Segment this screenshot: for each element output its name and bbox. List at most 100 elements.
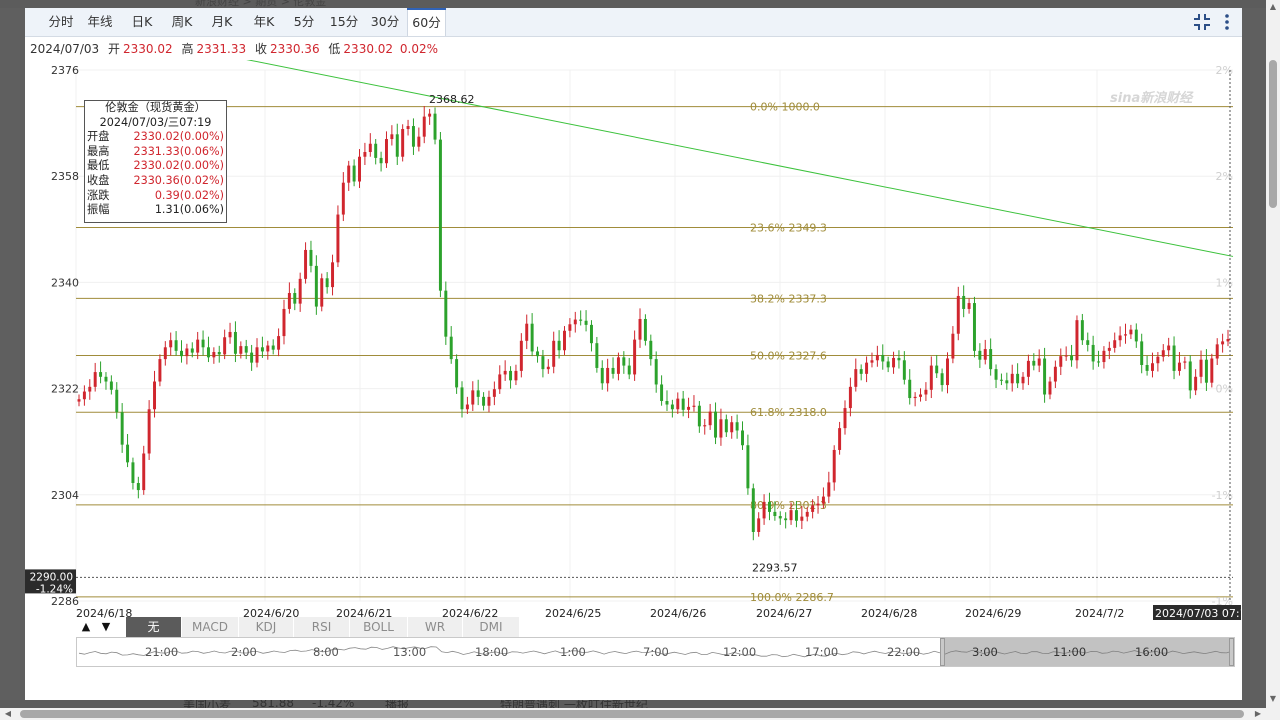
candle-body [325,278,329,288]
candle-body [320,278,324,307]
tooltip-value: 1.31(0.06%) [154,203,224,217]
candle-body [940,373,944,386]
y-axis-tick-label: 2376 [51,64,79,77]
tab-yearly-k[interactable]: 年K [251,8,277,36]
tooltip-row-high: 最高 2331.33(0.06%) [85,145,226,160]
expand-up-button[interactable]: ▲ [76,617,96,637]
candle-body [649,340,653,360]
indicator-kdj[interactable]: KDJ [239,617,294,637]
candle-body [1086,340,1090,345]
tab-60min[interactable]: 60分 [407,8,446,36]
sina-watermark: sina新浪财经 [1110,90,1194,106]
candle-body [266,345,270,352]
indicator-rsi[interactable]: RSI [294,617,350,637]
candle-body [848,386,852,409]
candle-body [536,351,540,357]
expand-down-button[interactable]: ▼ [96,617,116,637]
candle-body [1226,339,1230,342]
candle-body [751,488,755,532]
candle-body [525,323,529,341]
candle-body [687,406,691,410]
candle-body [358,156,361,182]
indicator-wr[interactable]: WR [408,617,463,637]
more-vertical-icon[interactable] [1217,12,1237,32]
ohlc-infobar: 2024/07/03 开 2330.02 高 2331.33 收 2330.36 低2… [30,40,438,57]
nav-time-label: 8:00 [313,645,339,659]
peek-price: 581.88 [252,700,294,708]
tooltip-label: 涨跌 [87,188,110,202]
candle-body [741,430,744,446]
candle-body [584,320,588,325]
candle-body [589,324,593,344]
candle-body [946,358,949,386]
tooltip-label: 最高 [87,144,110,158]
candle-body [163,347,167,360]
candle-body [1140,341,1144,365]
candle-body [595,343,599,368]
tab-30min[interactable]: 30分 [368,8,402,36]
tab-intraday[interactable]: 分时 [47,8,75,36]
candle-body [519,340,523,371]
indicator-none[interactable]: 无 [126,617,182,637]
scroll-up-icon[interactable]: ▲ [1266,0,1280,14]
scroll-left-icon[interactable]: ◀ [2,708,14,720]
ohlc-tooltip: 伦敦金（现货黄金） 2024/07/03/三07:19 开盘 2330.02(0.… [84,100,227,223]
candle-body [816,503,820,506]
candle-body [460,387,464,410]
x-axis-date-label: 2024/6/28 [861,607,917,620]
tab-daily-k[interactable]: 日K [129,8,155,36]
candle-body [746,445,750,489]
indicator-boll[interactable]: BOLL [350,617,408,637]
nav-time-label: 11:00 [1053,645,1087,659]
tab-15min[interactable]: 15分 [329,8,359,36]
range-navigator[interactable]: 21:00 2:00 8:00 13:00 18:00 1:00 7:00 12… [76,637,1235,667]
candle-body [1064,355,1068,357]
info-date: 2024/07/03 [30,42,100,56]
candle-body [417,136,421,147]
candle-body [735,422,739,431]
tab-weekly-k[interactable]: 周K [169,8,195,36]
candle-body [929,365,933,390]
tooltip-value: 0.39(0.02%) [154,188,224,202]
peek-name: 美国小麦 [183,700,232,708]
candle-body [757,518,761,532]
collapse-icon[interactable] [1192,12,1212,32]
candle-body [282,308,286,337]
candle-body [762,501,766,519]
candle-body [438,139,442,291]
horizontal-scroll-thumb[interactable] [20,710,1244,718]
candle-body [347,165,351,183]
tooltip-label: 最低 [87,159,110,173]
scroll-right-icon[interactable]: ▶ [1252,708,1264,720]
candle-body [1032,360,1036,366]
indicator-dmi[interactable]: DMI [463,617,520,637]
candle-body [331,262,335,288]
candle-body [1053,366,1057,382]
candle-body [250,352,254,363]
tooltip-label: 振幅 [87,203,110,217]
tab-year-line[interactable]: 年线 [86,8,114,36]
info-low-label: 低 [328,42,341,56]
navigator-left-handle[interactable] [940,638,945,666]
vertical-scrollbar[interactable]: ▲ ▼ [1266,0,1280,720]
navigator-right-handle[interactable] [1229,638,1234,666]
candle-body [1118,335,1122,341]
tab-monthly-k[interactable]: 月K [209,8,235,36]
scroll-down-icon[interactable]: ▼ [1266,692,1280,706]
indicator-macd[interactable]: MACD [182,617,239,637]
candle-body [271,345,275,350]
candle-body [1102,350,1106,363]
candle-body [670,404,674,410]
candle-body [563,330,566,351]
candle-body [1080,320,1084,341]
horizontal-scrollbar[interactable]: ◀ ▶ [0,708,1266,720]
candle-body [368,143,372,153]
candle-body [859,369,863,374]
tooltip-row-open: 开盘 2330.02(0.00%) [85,130,226,145]
right-axis-tick-label: 0% [1216,383,1233,396]
tab-5min[interactable]: 5分 [291,8,317,36]
vertical-scroll-thumb[interactable] [1269,60,1277,208]
candle-body [633,339,637,375]
candle-body [1156,356,1160,364]
candle-body [665,400,669,405]
